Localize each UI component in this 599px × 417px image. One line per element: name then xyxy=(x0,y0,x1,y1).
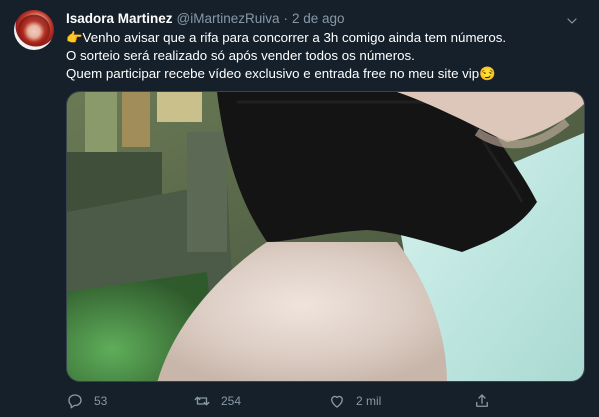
tweet-content: Isadora Martinez @iMartinezRuiva · 2 de … xyxy=(66,10,585,83)
reply-count: 53 xyxy=(94,394,108,408)
tweet-header: Isadora Martinez @iMartinezRuiva · 2 de … xyxy=(66,10,585,28)
reply-button[interactable]: 53 xyxy=(66,391,107,411)
heart-icon xyxy=(331,395,343,408)
tweet-media-photo[interactable] xyxy=(66,91,585,382)
tweet-text-line: O sorteio será realizado só após vender … xyxy=(66,48,415,63)
tweet-date[interactable]: 2 de ago xyxy=(292,10,345,28)
retweet-button[interactable]: 254 xyxy=(193,391,241,411)
avatar[interactable] xyxy=(14,10,54,50)
retweet-icon xyxy=(194,396,210,406)
user-handle[interactable]: @iMartinezRuiva xyxy=(177,10,280,28)
share-icon xyxy=(476,394,488,407)
chevron-down-icon[interactable] xyxy=(563,12,581,30)
like-button[interactable]: 2 mil xyxy=(328,391,381,411)
reply-icon xyxy=(68,394,82,409)
retweet-count: 254 xyxy=(221,394,242,408)
share-button[interactable] xyxy=(473,391,491,411)
tweet[interactable]: Isadora Martinez @iMartinezRuiva · 2 de … xyxy=(0,0,599,417)
separator-dot: · xyxy=(283,11,289,26)
tweet-text-line: 👉Venho avisar que a rifa para concorrer … xyxy=(66,30,507,45)
tweet-text-line: Quem participar recebe vídeo exclusivo e… xyxy=(66,66,496,81)
tweet-actions: 53 254 2 mil xyxy=(66,391,585,411)
like-count: 2 mil xyxy=(356,394,382,408)
display-name[interactable]: Isadora Martinez xyxy=(66,10,173,28)
tweet-text: 👉Venho avisar que a rifa para concorrer … xyxy=(66,29,585,83)
